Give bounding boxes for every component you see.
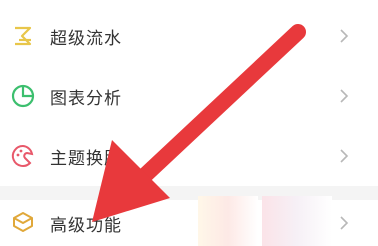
menu-item-chart-analysis[interactable]: 图表分析 [0,66,378,126]
menu-item-label: 图表分析 [50,88,122,109]
menu-item-super-flow[interactable]: 超级流水 [0,6,378,66]
chevron-right-icon [340,89,349,103]
menu-item-label: 主题换肤 [50,148,122,169]
palette-icon [11,144,34,167]
flow-icon [15,26,32,46]
settings-menu: 超级流水 图表分析 主题换肤 高级功能 [0,0,378,246]
pie-chart-icon [11,84,35,108]
watermark-blur [198,196,258,246]
chevron-right-icon [340,29,349,43]
crown-icon [13,212,33,232]
watermark-blur [262,196,332,246]
chevron-right-icon [340,149,349,163]
menu-item-label: 高级功能 [50,215,122,236]
menu-item-theme-skin[interactable]: 主题换肤 [0,126,378,186]
chevron-right-icon [340,216,349,230]
menu-item-label: 超级流水 [50,28,122,49]
